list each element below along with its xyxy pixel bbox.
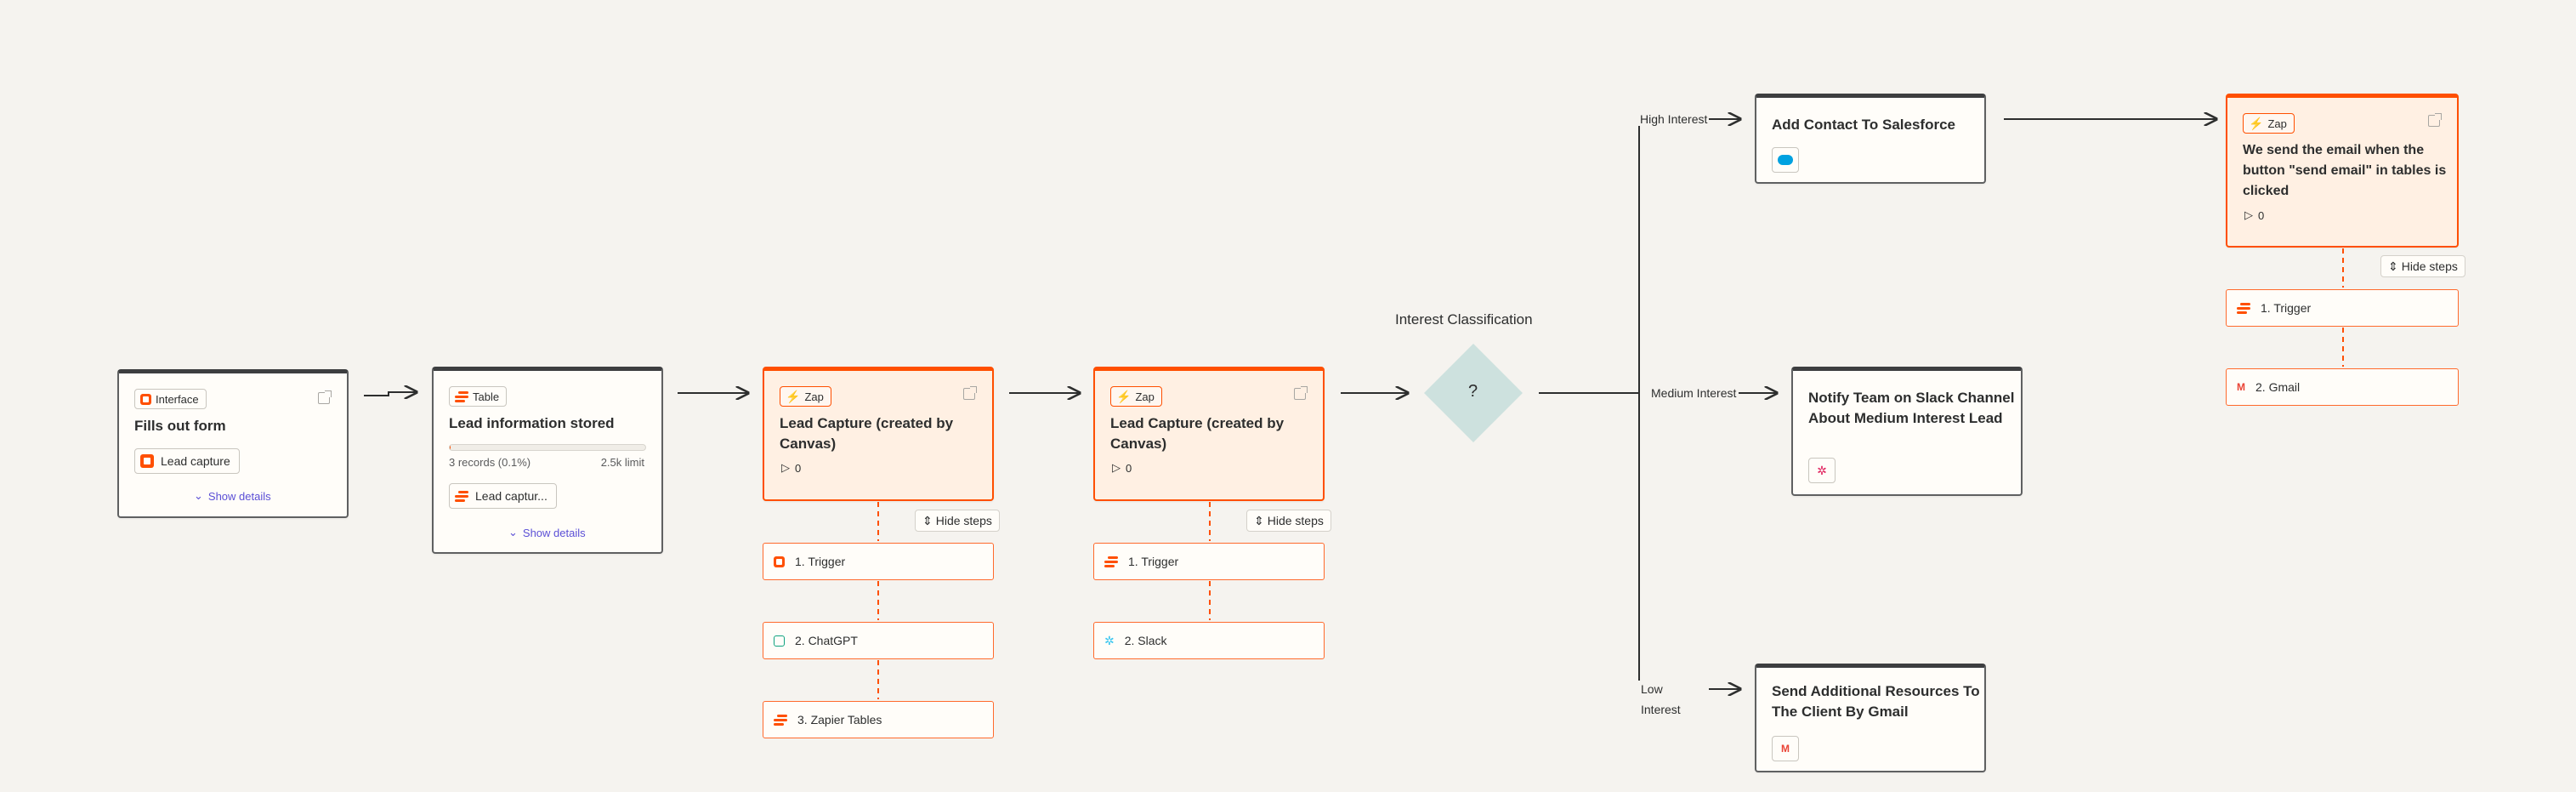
decision-symbol: ? [1468, 382, 1478, 401]
node-title: Lead Capture (created by Canvas) [1110, 415, 1285, 452]
branch-label-low: Low Interest [1641, 682, 1681, 716]
slack-icon: ✲ [1817, 463, 1827, 477]
chevron-down-icon: ⌄ [508, 526, 518, 538]
zap-badge: ⚡ Zap [780, 386, 831, 407]
lightning-icon: ⚡ [2249, 116, 2264, 130]
node-title: Notify Team on Slack Channel About Mediu… [1808, 390, 2015, 426]
lead-capture-table-chip[interactable]: Lead captur... [449, 483, 557, 509]
slack-app-chip[interactable]: ✲ [1808, 458, 1836, 483]
salesforce-app-chip[interactable] [1772, 147, 1799, 173]
open-external-icon[interactable] [318, 390, 332, 404]
step-slack[interactable]: ✲ 2. Slack [1093, 622, 1325, 659]
salesforce-node[interactable]: Add Contact To Salesforce [1755, 94, 1986, 184]
chevron-updown-icon: ⇕ [922, 513, 933, 527]
play-icon: ▷ [1112, 461, 1121, 474]
branch-label-medium: Medium Interest [1649, 383, 1737, 403]
slack-notify-node[interactable]: Notify Team on Slack Channel About Mediu… [1791, 367, 2023, 496]
open-external-icon[interactable] [2428, 113, 2442, 127]
lightning-icon: ⚡ [786, 389, 801, 403]
node-title: Lead Capture (created by Canvas) [780, 415, 954, 452]
chatgpt-icon [774, 635, 785, 647]
record-limit: 2.5k limit [600, 456, 644, 469]
node-title: We send the email when the button "send … [2243, 143, 2447, 198]
zap-node-lead-capture-1[interactable]: ⚡ Zap Lead Capture (created by Canvas) ▷… [763, 367, 994, 501]
zap-node-lead-capture-2[interactable]: ⚡ Zap Lead Capture (created by Canvas) ▷… [1093, 367, 1325, 501]
show-details-link[interactable]: ⌄ Show details [508, 526, 586, 539]
lightning-icon: ⚡ [1116, 389, 1132, 403]
step-gmail[interactable]: M 2. Gmail [2226, 368, 2459, 406]
chevron-updown-icon: ⇕ [1254, 513, 1264, 527]
zap-badge: ⚡ Zap [2243, 113, 2295, 134]
table-icon [455, 390, 468, 402]
play-icon: ▷ [2244, 208, 2253, 221]
interface-badge: Interface [134, 389, 207, 409]
branch-label-high: High Interest [1640, 112, 1708, 126]
gmail-app-chip[interactable]: M [1772, 736, 1799, 761]
step-trigger[interactable]: 1. Trigger [763, 543, 994, 580]
table-badge: Table [449, 386, 508, 407]
gmail-icon: M [1781, 743, 1790, 755]
chevron-updown-icon: ⇕ [2388, 259, 2398, 273]
node-title: Add Contact To Salesforce [1772, 117, 1955, 133]
step-trigger[interactable]: 1. Trigger [1093, 543, 1325, 580]
zap-node-send-email[interactable]: ⚡ Zap We send the email when the button … [2226, 94, 2459, 248]
slack-icon: ✲ [1104, 633, 1115, 647]
gmail-icon: M [2237, 381, 2245, 393]
table-icon [774, 714, 787, 726]
hide-steps-button[interactable]: ⇕ Hide steps [1246, 510, 1331, 532]
hide-steps-button[interactable]: ⇕ Hide steps [915, 510, 1000, 532]
lead-capture-chip[interactable]: Lead capture [134, 448, 240, 474]
step-trigger[interactable]: 1. Trigger [2226, 289, 2459, 327]
interface-icon [140, 454, 154, 468]
open-external-icon[interactable] [1294, 386, 1308, 400]
open-external-icon[interactable] [963, 386, 977, 400]
table-icon [455, 490, 468, 502]
step-chatgpt[interactable]: 2. ChatGPT [763, 622, 994, 659]
play-icon: ▷ [781, 461, 790, 474]
record-usage-bar [449, 444, 646, 451]
node-title: Lead information stored [449, 415, 615, 431]
record-count: 3 records (0.1%) [449, 456, 531, 469]
interface-icon [774, 556, 785, 567]
chevron-down-icon: ⌄ [194, 489, 203, 502]
table-node[interactable]: Table Lead information stored 3 records … [432, 367, 663, 554]
decision-title: Interest Classification [1395, 311, 1533, 328]
run-count: ▷ 0 [2244, 208, 2265, 222]
step-zapier-tables[interactable]: 3. Zapier Tables [763, 701, 994, 738]
run-count: ▷ 0 [781, 461, 802, 475]
table-icon [2237, 302, 2250, 314]
node-title: Send Additional Resources To The Client … [1772, 683, 1980, 720]
gmail-send-node[interactable]: Send Additional Resources To The Client … [1755, 664, 1986, 772]
interface-icon [140, 393, 151, 405]
run-count: ▷ 0 [1112, 461, 1132, 475]
table-icon [1104, 556, 1118, 567]
form-node[interactable]: Interface Fills out form Lead capture ⌄ … [117, 369, 349, 518]
hide-steps-button[interactable]: ⇕ Hide steps [2380, 255, 2465, 277]
zap-badge: ⚡ Zap [1110, 386, 1162, 407]
node-title: Fills out form [134, 418, 226, 434]
show-details-link[interactable]: ⌄ Show details [194, 489, 271, 503]
salesforce-icon [1778, 155, 1793, 165]
